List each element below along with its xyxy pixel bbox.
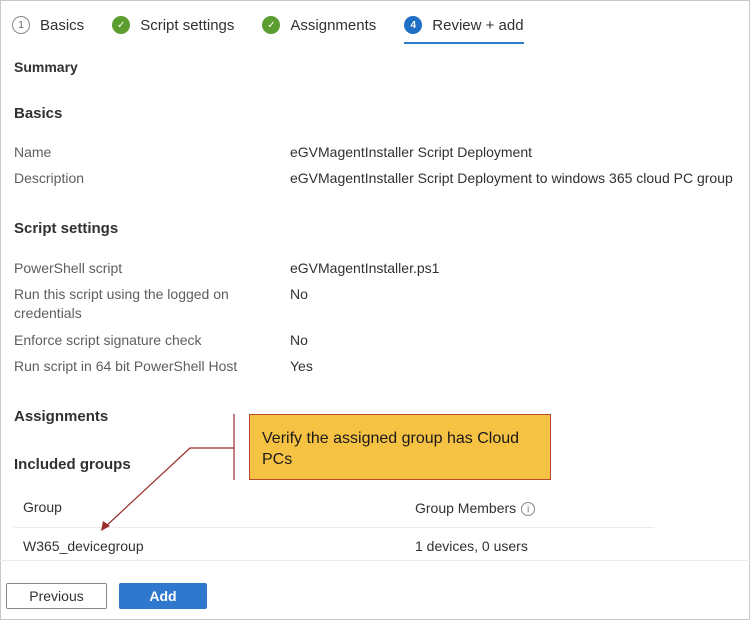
run-as-logged-on-label: Run this script using the logged on cred… [14,286,229,321]
description-value: eGVMagentInstaller Script Deployment to … [290,170,733,186]
column-label: Group Members [415,500,517,516]
checkmark-icon: ✓ [262,16,281,34]
tab-basics[interactable]: 1 Basics [12,10,84,40]
group-members: 1 devices, 0 users [415,538,528,554]
signature-check-value: No [290,332,308,348]
description-label: Description [14,170,85,186]
checkmark-icon: ✓ [112,16,131,34]
summary-title: Summary [14,59,78,75]
signature-check-label: Enforce script signature check [14,332,202,348]
wizard-steps: 1 Basics ✓ Script settings ✓ Assignments… [12,10,552,44]
run-64bit-label: Run script in 64 bit PowerShell Host [14,358,238,374]
previous-button[interactable]: Previous [6,583,107,609]
run-64bit-value: Yes [290,358,313,374]
powershell-script-value: eGVMagentInstaller.ps1 [290,260,440,276]
column-header-group-members: Group Members i [415,500,536,516]
powershell-script-label: PowerShell script [14,260,123,276]
run-as-logged-on-value: No [290,286,308,302]
included-groups-heading: Included groups [14,456,131,473]
step-number-icon: 1 [12,16,30,34]
name-label: Name [14,144,52,160]
step-number-icon: 4 [404,16,423,34]
tab-label: Review + add [432,16,524,34]
tab-label: Script settings [140,16,235,34]
footer-divider [0,560,750,561]
info-icon[interactable]: i [521,502,536,516]
column-header-group: Group [23,499,62,515]
name-value: eGVMagentInstaller Script Deployment [290,144,532,160]
assignments-heading: Assignments [14,408,109,425]
tab-review-add[interactable]: 4 Review + add [404,10,524,44]
table-header-divider [14,527,654,528]
tab-label: Basics [40,16,85,34]
group-name: W365_devicegroup [23,538,144,554]
tab-assignments[interactable]: ✓ Assignments [262,10,376,40]
tab-label: Assignments [290,16,377,34]
tab-script-settings[interactable]: ✓ Script settings [112,10,234,40]
annotation-callout: Verify the assigned group has Cloud PCs [249,414,551,480]
script-settings-heading: Script settings [14,220,119,237]
add-button[interactable]: Add [119,583,207,609]
basics-heading: Basics [14,105,63,122]
